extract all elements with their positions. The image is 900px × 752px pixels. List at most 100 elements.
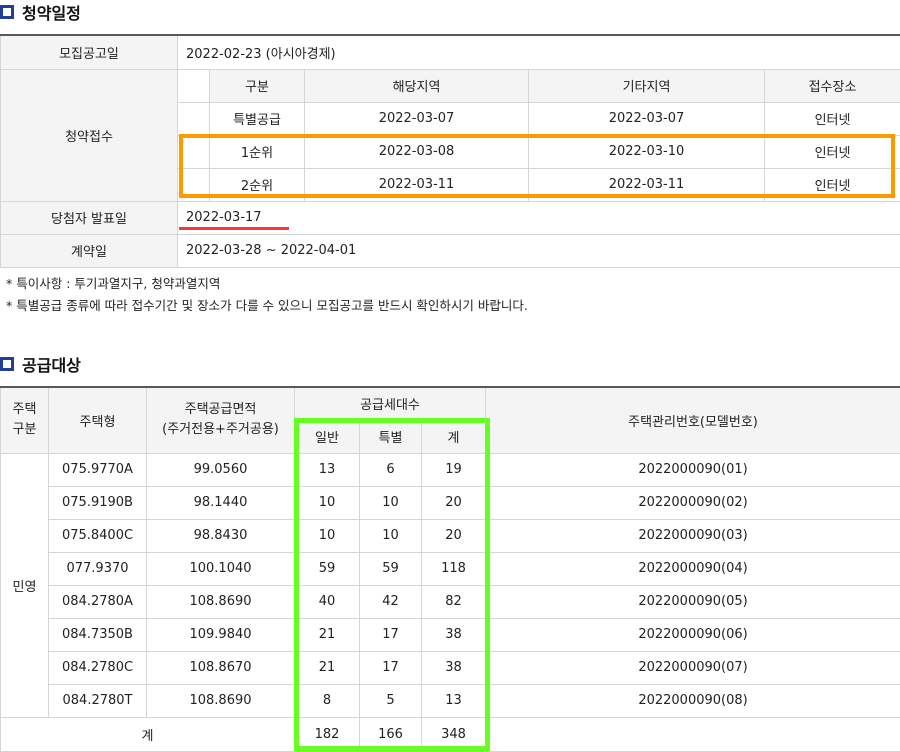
area-cell: 109.9840 bbox=[146, 617, 295, 652]
special-cell: 5 bbox=[359, 683, 422, 718]
total-cell: 20 bbox=[420, 518, 487, 553]
model-no-cell: 2022000090(04) bbox=[485, 551, 900, 586]
reception-cell: 2순위 bbox=[209, 167, 305, 202]
area-cell: 100.1040 bbox=[146, 551, 295, 586]
total-label: 계 bbox=[0, 716, 295, 752]
table-row: 084.2780A 108.8690 40 42 82 2022000090(05) bbox=[1, 584, 900, 619]
special-cell: 10 bbox=[359, 485, 422, 520]
reception-header-place: 접수장소 bbox=[763, 68, 900, 103]
schedule-title-text: 청약일정 bbox=[22, 4, 81, 23]
note-line: * 특이사항 : 투기과열지구, 청약과열지역 bbox=[6, 276, 221, 291]
reception-header-local: 해당지역 bbox=[304, 68, 529, 103]
winner-date-value: 2022-03-17 bbox=[176, 200, 900, 235]
total-model-empty bbox=[485, 716, 900, 752]
general-cell: 59 bbox=[294, 551, 360, 586]
total-total: 348 bbox=[420, 716, 487, 752]
special-cell: 10 bbox=[359, 518, 422, 553]
area-cell: 108.8690 bbox=[146, 584, 295, 619]
reception-cell: 2022-03-07 bbox=[528, 101, 765, 136]
reception-cell: 2022-03-11 bbox=[304, 167, 529, 202]
header-area: 주택공급면적 (주거전용+주거공용) bbox=[146, 386, 295, 454]
reception-spacer bbox=[177, 69, 210, 103]
header-housing-type: 주택형 bbox=[48, 386, 147, 454]
reception-cell: 2022-03-08 bbox=[304, 134, 529, 169]
notice-date-label: 모집공고일 bbox=[0, 34, 178, 70]
note-line: * 특별공급 종류에 따라 접수기간 및 장소가 다를 수 있으니 모집공고를 … bbox=[6, 298, 528, 313]
square-bullet-icon bbox=[0, 5, 14, 19]
table-row: 민영 075.9770A 99.0560 13 6 19 2022000090(01) bbox=[0, 452, 900, 718]
special-cell: 17 bbox=[359, 650, 422, 685]
housing-type-cell: 084.7350B bbox=[48, 617, 147, 652]
special-cell: 6 bbox=[359, 452, 422, 487]
total-cell: 20 bbox=[420, 485, 487, 520]
area-cell: 98.8430 bbox=[146, 518, 295, 553]
reception-cell: 2022-03-10 bbox=[528, 134, 765, 169]
housing-type-cell: 084.2780T bbox=[48, 683, 147, 718]
contract-date-label: 계약일 bbox=[0, 233, 178, 268]
total-special: 166 bbox=[359, 716, 422, 752]
table-row: 084.2780C 108.8670 21 17 38 2022000090(07) bbox=[1, 650, 900, 685]
total-cell: 118 bbox=[420, 551, 487, 586]
special-cell: 59 bbox=[359, 551, 422, 586]
special-cell: 17 bbox=[359, 617, 422, 652]
reception-cell: 인터넷 bbox=[763, 134, 900, 169]
winner-date-label: 당첨자 발표일 bbox=[0, 200, 178, 235]
group-label: 민영 bbox=[0, 452, 49, 718]
table-row: 084.7350B 109.9840 21 17 38 2022000090(06) bbox=[1, 617, 900, 652]
general-cell: 21 bbox=[294, 617, 360, 652]
special-cell: 42 bbox=[359, 584, 422, 619]
contract-date-value: 2022-03-28 ~ 2022-04-01 bbox=[176, 233, 900, 268]
header-total: 계 bbox=[420, 418, 487, 454]
notice-date-value: 2022-02-23 (아시아경제) bbox=[176, 34, 900, 70]
total-general: 182 bbox=[294, 716, 360, 752]
reception-header-category: 구분 bbox=[209, 68, 305, 103]
housing-type-cell: 075.9770A bbox=[48, 452, 147, 487]
model-no-cell: 2022000090(03) bbox=[485, 518, 900, 553]
total-cell: 38 bbox=[420, 650, 487, 685]
header-model-no: 주택관리번호(모델번호) bbox=[485, 386, 900, 454]
housing-type-cell: 084.2780C bbox=[48, 650, 147, 685]
square-bullet-icon bbox=[0, 357, 14, 371]
area-cell: 108.8670 bbox=[146, 650, 295, 685]
general-cell: 13 bbox=[294, 452, 360, 487]
header-special: 특별 bbox=[359, 418, 422, 454]
reception-header-other: 기타지역 bbox=[528, 68, 765, 103]
table-row: 077.9370 100.1040 59 59 118 2022000090(04) bbox=[1, 551, 900, 586]
reception-spacer bbox=[177, 102, 210, 136]
housing-type-cell: 084.2780A bbox=[48, 584, 147, 619]
general-cell: 21 bbox=[294, 650, 360, 685]
model-no-cell: 2022000090(01) bbox=[485, 452, 900, 487]
reception-spacer bbox=[178, 168, 210, 201]
reception-cell: 2022-03-11 bbox=[528, 167, 765, 202]
model-no-cell: 2022000090(06) bbox=[485, 617, 900, 652]
general-cell: 10 bbox=[294, 518, 360, 553]
general-cell: 40 bbox=[294, 584, 360, 619]
reception-label: 청약접수 bbox=[0, 68, 178, 202]
model-no-cell: 2022000090(05) bbox=[485, 584, 900, 619]
total-cell: 13 bbox=[420, 683, 487, 718]
notes: * 특이사항 : 투기과열지구, 청약과열지역 * 특별공급 종류에 따라 접수… bbox=[6, 273, 528, 317]
table-row: 075.8400C 98.8430 10 10 20 2022000090(03) bbox=[1, 518, 900, 553]
reception-spacer bbox=[177, 135, 210, 169]
total-cell: 82 bbox=[420, 584, 487, 619]
reception-cell: 인터넷 bbox=[763, 101, 900, 136]
schedule-table: 모집공고일 2022-02-23 (아시아경제) 청약접수 구분 해당지역 기타… bbox=[0, 34, 900, 268]
general-cell: 10 bbox=[294, 485, 360, 520]
area-cell: 108.8690 bbox=[146, 683, 295, 718]
model-no-cell: 2022000090(08) bbox=[485, 683, 900, 718]
model-no-cell: 2022000090(02) bbox=[485, 485, 900, 520]
general-cell: 8 bbox=[294, 683, 360, 718]
table-row: 084.2780T 108.8690 8 5 13 2022000090(08) bbox=[1, 683, 900, 718]
table-row: 075.9190B 98.1440 10 10 20 2022000090(02) bbox=[1, 485, 900, 520]
schedule-section-title: 청약일정 bbox=[0, 0, 81, 24]
reception-cell: 1순위 bbox=[209, 134, 305, 169]
header-general: 일반 bbox=[294, 418, 360, 454]
supply-table: 주택 구분 주택형 주택공급면적 (주거전용+주거공용) 공급세대수 주택관리번… bbox=[0, 386, 900, 752]
housing-type-cell: 075.9190B bbox=[48, 485, 147, 520]
total-cell: 19 bbox=[420, 452, 487, 487]
reception-cell: 인터넷 bbox=[763, 167, 900, 202]
supply-title-text: 공급대상 bbox=[22, 356, 81, 375]
area-cell: 98.1440 bbox=[146, 485, 295, 520]
model-no-cell: 2022000090(07) bbox=[485, 650, 900, 685]
total-cell: 38 bbox=[420, 617, 487, 652]
